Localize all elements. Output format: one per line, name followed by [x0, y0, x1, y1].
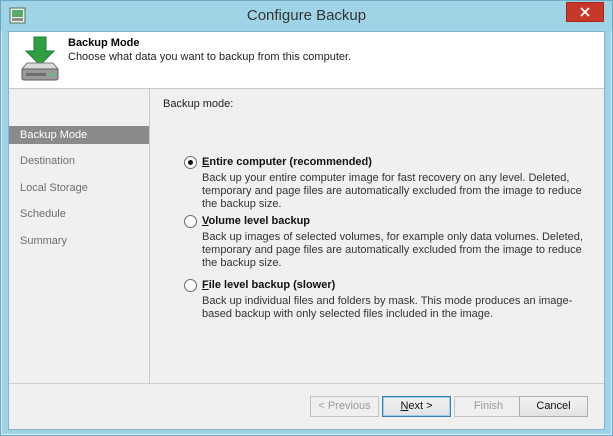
wizard-steps-sidebar: Backup Mode Destination Local Storage Sc…: [9, 89, 150, 383]
file-level-label[interactable]: File level backup (slower): [202, 279, 335, 291]
volume-level-radio[interactable]: [184, 215, 197, 228]
entire-computer-label[interactable]: Entire computer (recommended): [202, 156, 372, 168]
sidebar-item-summary[interactable]: Summary: [9, 232, 149, 250]
configure-backup-window: Configure Backup Backup Mode Choose what…: [0, 0, 613, 436]
sidebar-item-destination[interactable]: Destination: [9, 152, 149, 170]
radio-selected-dot: [188, 160, 193, 165]
entire-computer-description: Back up your entire computer image for f…: [202, 172, 582, 210]
backup-drive-icon: [20, 36, 60, 81]
sidebar-item-backup-mode[interactable]: Backup Mode: [9, 126, 149, 144]
footer-divider: [9, 383, 604, 384]
previous-button[interactable]: < Previous: [310, 396, 379, 417]
close-icon: [580, 7, 590, 17]
page-subtitle: Choose what data you want to backup from…: [68, 51, 352, 63]
next-button[interactable]: Next >: [382, 396, 451, 417]
sidebar-item-schedule[interactable]: Schedule: [9, 205, 149, 223]
close-button[interactable]: [566, 2, 604, 22]
cancel-button[interactable]: Cancel: [519, 396, 588, 417]
backup-mode-label: Backup mode:: [163, 98, 234, 110]
file-level-radio[interactable]: [184, 279, 197, 292]
volume-level-description: Back up images of selected volumes, for …: [202, 231, 583, 269]
finish-button[interactable]: Finish: [454, 396, 523, 417]
volume-level-label[interactable]: Volume level backup: [202, 215, 310, 227]
sidebar-item-local-storage[interactable]: Local Storage: [9, 179, 149, 197]
title-bar[interactable]: Configure Backup: [1, 1, 612, 31]
wizard-header: Backup Mode Choose what data you want to…: [9, 32, 604, 89]
window-title: Configure Backup: [246, 7, 367, 24]
backup-mode-panel: Backup mode: Entire computer (recommende…: [150, 89, 604, 383]
wizard-body: Backup Mode Choose what data you want to…: [8, 31, 605, 430]
entire-computer-radio[interactable]: [184, 156, 197, 169]
page-title: Backup Mode: [68, 37, 140, 49]
file-level-description: Back up individual files and folders by …: [202, 295, 573, 320]
